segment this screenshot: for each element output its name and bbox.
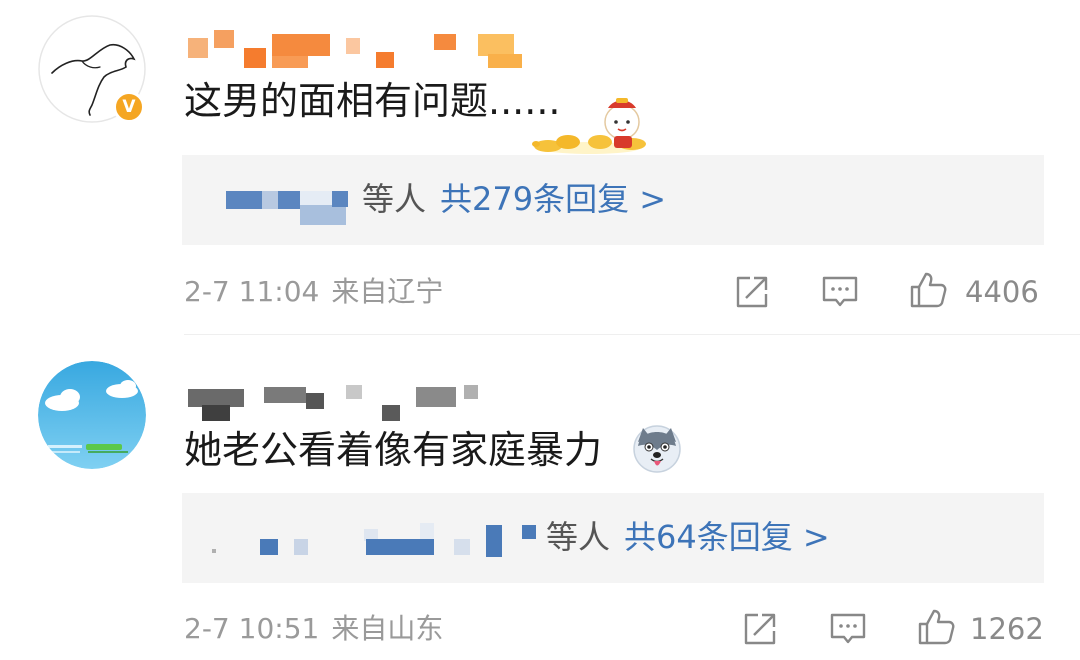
comment-time: 2-7 10:51 bbox=[184, 612, 320, 645]
comment-meta: 2-7 10:51 来自山东 bbox=[184, 609, 443, 649]
gold-ingot-character-sticker bbox=[532, 98, 646, 154]
thumbs-up-icon[interactable] bbox=[916, 607, 956, 647]
username-redacted[interactable] bbox=[188, 381, 488, 421]
comment-icon[interactable] bbox=[828, 609, 868, 649]
comment-icon[interactable] bbox=[820, 272, 860, 312]
v-badge-icon: V bbox=[113, 91, 145, 123]
husky-dog-emoji bbox=[633, 425, 681, 473]
share-icon[interactable] bbox=[732, 272, 772, 312]
comment-item: 她老公看着像有家庭暴力 等人 共64条回复 > 2-7 10:51 来自山东 1… bbox=[0, 335, 1080, 660]
like-count: 4406 bbox=[965, 275, 1039, 309]
comment-location: 来自山东 bbox=[331, 612, 444, 645]
share-icon[interactable] bbox=[740, 609, 780, 649]
reply-count-link[interactable]: 共64条回复 > bbox=[624, 518, 830, 556]
reply-suffix: 等人 bbox=[546, 518, 611, 556]
comment-text: 她老公看着像有家庭暴力 bbox=[184, 428, 603, 472]
comment-meta: 2-7 11:04 来自辽宁 bbox=[184, 272, 443, 312]
reply-summary[interactable]: 等人 共279条回复 > bbox=[182, 155, 1044, 245]
avatar[interactable] bbox=[38, 361, 146, 469]
like-count: 1262 bbox=[970, 612, 1044, 646]
comment-time: 2-7 11:04 bbox=[184, 275, 320, 308]
reply-usernames-redacted bbox=[182, 493, 582, 583]
reply-summary[interactable]: 等人 共64条回复 > bbox=[182, 493, 1044, 583]
reply-count-link[interactable]: 共279条回复 > bbox=[440, 180, 666, 218]
reply-suffix: 等人 bbox=[362, 180, 427, 218]
comment-text: 这男的面相有问题...... bbox=[184, 79, 561, 123]
comment-location: 来自辽宁 bbox=[331, 275, 444, 308]
username-redacted[interactable] bbox=[188, 30, 528, 70]
thumbs-up-icon[interactable] bbox=[908, 270, 948, 310]
comment-item: V 这男的面相有问题...... 等人 共279条回复 > 2-7 11:04 … bbox=[0, 0, 1080, 335]
